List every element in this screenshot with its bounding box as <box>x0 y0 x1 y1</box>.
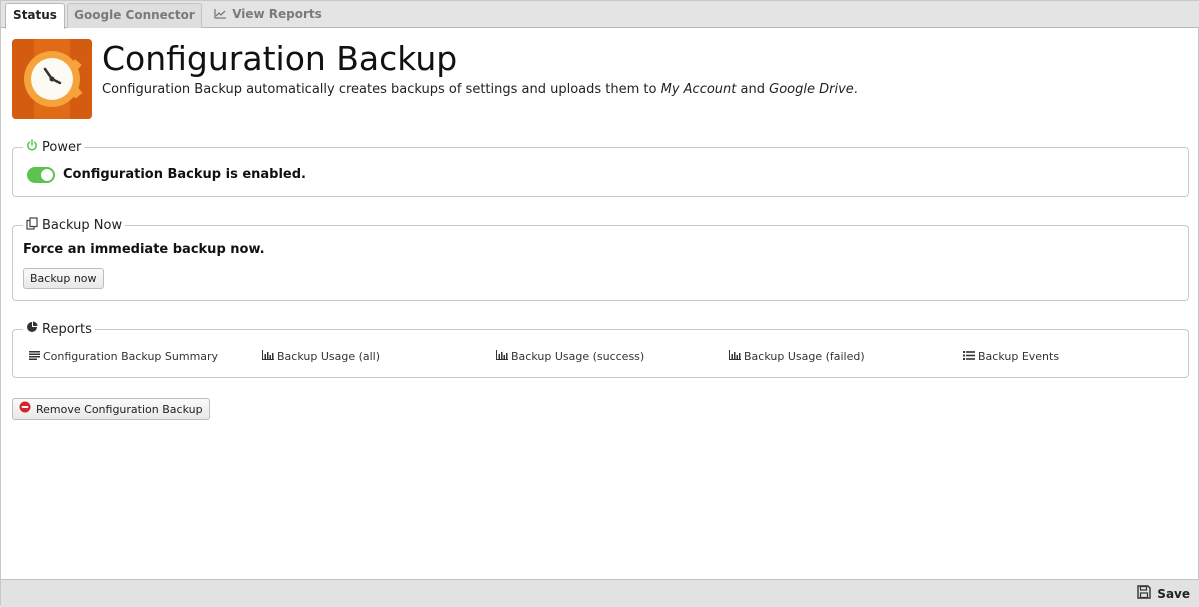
tab-status-label: Status <box>13 8 57 22</box>
power-section: Power Configuration Backup is enabled. <box>12 139 1189 197</box>
page-title: Configuration Backup <box>102 39 458 78</box>
backup-now-legend: Backup Now <box>23 217 126 234</box>
toggle-knob <box>41 169 53 181</box>
line-chart-icon <box>214 4 227 26</box>
description-my-account: My Account <box>660 82 737 97</box>
tab-status[interactable]: Status <box>5 3 65 29</box>
tab-google-connector-label: Google Connector <box>74 8 195 22</box>
report-link-usage-success[interactable]: Backup Usage (success) <box>496 350 644 363</box>
tab-view-reports[interactable]: View Reports <box>209 3 327 28</box>
backup-now-text: Force an immediate backup now. <box>23 242 265 257</box>
bullet-list-icon <box>963 350 975 363</box>
remove-configuration-backup-button[interactable]: Remove Configuration Backup <box>12 398 210 420</box>
description-text: Configuration Backup automatically creat… <box>102 82 661 97</box>
clock-app-icon <box>12 39 92 119</box>
power-legend-label: Power <box>42 139 82 155</box>
page-description: Configuration Backup automatically creat… <box>102 82 858 97</box>
report-link-summary[interactable]: Configuration Backup Summary <box>29 350 218 363</box>
power-toggle[interactable] <box>27 167 55 183</box>
save-button[interactable]: Save <box>1137 585 1190 602</box>
reports-section: Reports Configuration Backup Summary Bac… <box>12 321 1189 378</box>
bar-chart-icon <box>262 350 274 363</box>
report-link-summary-label: Configuration Backup Summary <box>43 350 219 363</box>
copy-icon <box>26 217 38 234</box>
description-and: and <box>736 82 770 97</box>
report-link-events[interactable]: Backup Events <box>963 350 1059 363</box>
pie-chart-icon <box>26 321 38 337</box>
remove-circle-icon <box>19 400 31 419</box>
list-lines-icon <box>29 350 40 363</box>
report-link-usage-failed-label: Backup Usage (failed) <box>744 350 865 363</box>
report-link-usage-success-label: Backup Usage (success) <box>511 350 645 363</box>
save-label: Save <box>1157 586 1190 601</box>
reports-legend: Reports <box>23 321 95 337</box>
tab-google-connector[interactable]: Google Connector <box>67 3 202 28</box>
backup-now-button[interactable]: Backup now <box>23 268 104 289</box>
power-status-text: Configuration Backup is enabled. <box>63 167 306 182</box>
app-frame: Status Google Connector View Reports Con… <box>0 0 1199 607</box>
backup-now-section: Backup Now Force an immediate backup now… <box>12 217 1189 301</box>
reports-legend-label: Reports <box>42 321 92 337</box>
backup-now-legend-label: Backup Now <box>42 218 123 233</box>
footer-bar: Save <box>1 579 1199 607</box>
backup-now-button-label: Backup now <box>30 272 97 285</box>
floppy-disk-icon <box>1137 585 1151 602</box>
remove-button-label: Remove Configuration Backup <box>36 402 203 416</box>
description-google-drive: Google Drive <box>769 82 854 97</box>
tab-bar: Status Google Connector View Reports <box>1 1 1199 29</box>
tab-view-reports-label: View Reports <box>232 7 322 21</box>
report-link-usage-all-label: Backup Usage (all) <box>277 350 381 363</box>
description-period: . <box>853 82 858 97</box>
bar-chart-icon <box>729 350 741 363</box>
power-icon <box>26 139 38 155</box>
report-link-events-label: Backup Events <box>978 350 1060 363</box>
report-link-usage-all[interactable]: Backup Usage (all) <box>262 350 380 363</box>
report-link-usage-failed[interactable]: Backup Usage (failed) <box>729 350 865 363</box>
power-legend: Power <box>23 139 85 155</box>
bar-chart-icon <box>496 350 508 363</box>
